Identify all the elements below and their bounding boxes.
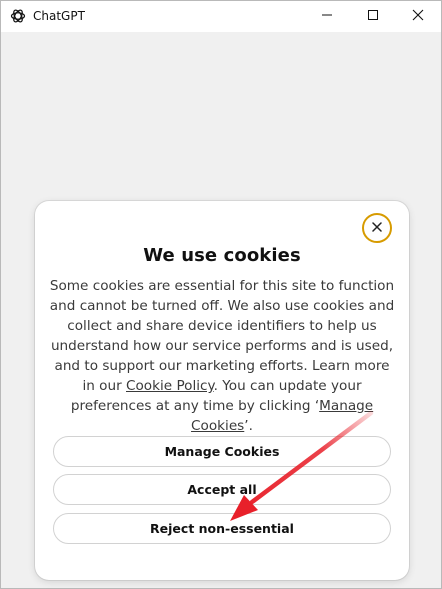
window-close-button[interactable] [395,1,441,32]
app-window: ChatGPT We use cookies Some cookies are … [0,0,442,589]
close-x-icon [372,219,382,237]
manage-cookies-button[interactable]: Manage Cookies [53,436,391,467]
dialog-body-text: Some cookies are essential for this site… [49,276,395,436]
body-text-part3: ’. [244,418,253,434]
dialog-title: We use cookies [143,245,301,266]
close-icon [412,8,424,26]
minimize-icon [321,8,333,26]
window-title: ChatGPT [33,9,85,23]
cookie-policy-link[interactable]: Cookie Policy [126,378,214,394]
title-bar: ChatGPT [1,1,441,32]
maximize-button[interactable] [350,1,396,32]
cookie-consent-dialog: We use cookies Some cookies are essentia… [35,201,409,580]
accept-all-button[interactable]: Accept all [53,474,391,505]
body-text-part1: Some cookies are essential for this site… [49,278,395,394]
chatgpt-logo-icon [10,8,26,24]
reject-non-essential-button[interactable]: Reject non-essential [53,513,391,544]
dialog-close-button[interactable] [362,213,392,243]
maximize-icon [367,8,379,26]
minimize-button[interactable] [304,1,350,32]
